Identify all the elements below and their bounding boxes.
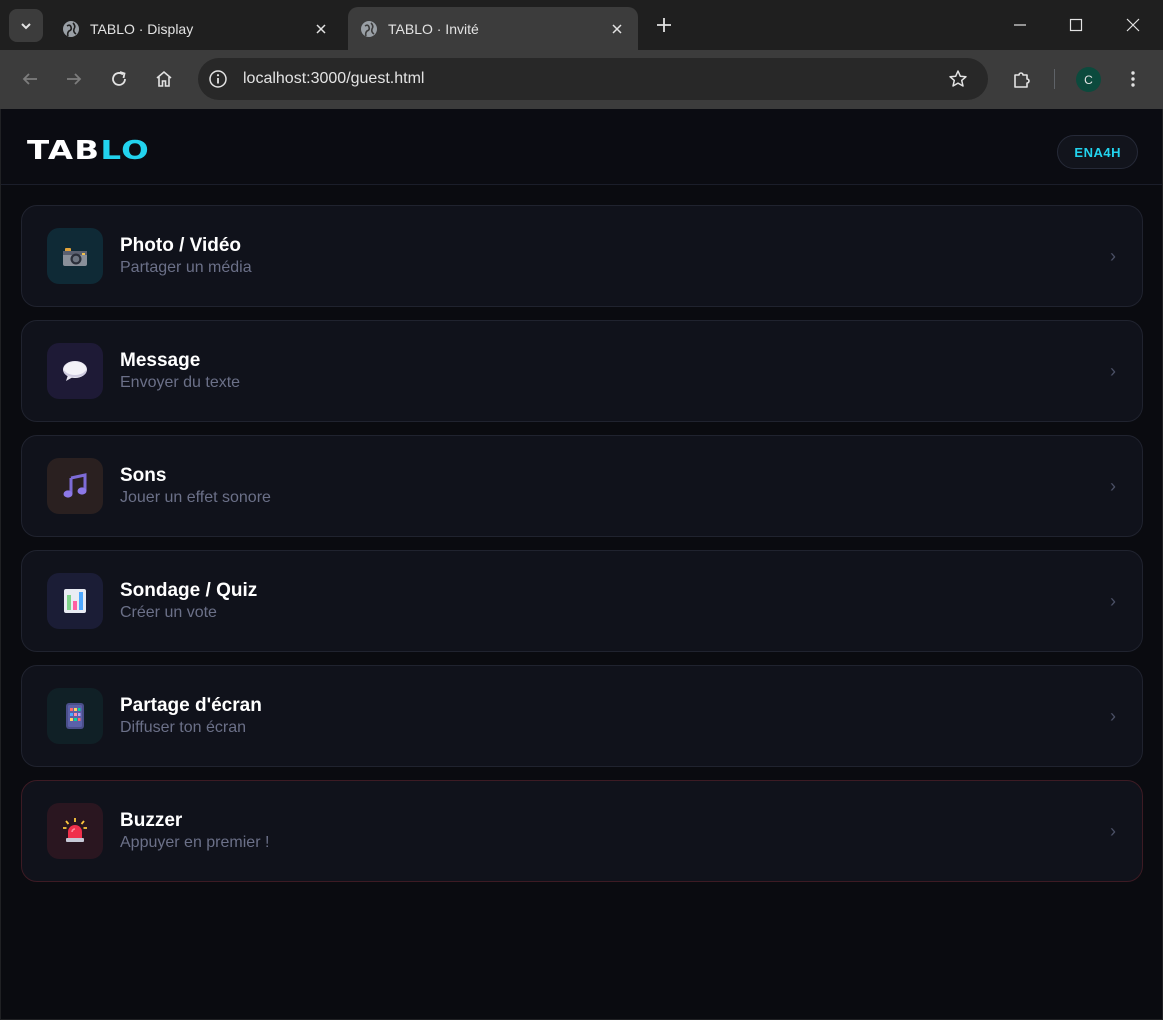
- tab-display[interactable]: TABLO · Display: [50, 7, 342, 50]
- close-icon: [1126, 18, 1140, 32]
- browser-toolbar: localhost:3000/guest.html C: [0, 50, 1163, 109]
- extensions-button[interactable]: [1008, 65, 1036, 93]
- chevron-right-icon: ›: [1110, 706, 1116, 726]
- icon-tile: [47, 803, 103, 859]
- action-title: Photo / Vidéo: [120, 235, 242, 256]
- chevron-right-icon: ›: [1110, 361, 1116, 381]
- action-title: Sondage / Quiz: [120, 580, 258, 601]
- tab-strip: TABLO · Display TABLO · Invité: [0, 0, 1163, 50]
- kebab-menu-icon: [1131, 71, 1135, 87]
- home-icon: [156, 70, 172, 87]
- action-photo-video[interactable]: Photo / Vidéo Partager un média ›: [21, 205, 1143, 307]
- phone-screen-icon: [66, 703, 84, 729]
- action-poll-quiz[interactable]: Sondage / Quiz Créer un vote ›: [21, 550, 1143, 652]
- action-message[interactable]: Message Envoyer du texte ›: [21, 320, 1143, 422]
- reload-button[interactable]: [105, 65, 133, 93]
- icon-tile: [47, 458, 103, 514]
- action-screen-share[interactable]: Partage d'écran Diffuser ton écran ›: [21, 665, 1143, 767]
- url-text[interactable]: localhost:3000/guest.html: [243, 70, 947, 88]
- icon-tile: [47, 688, 103, 744]
- action-subtitle: Diffuser ton écran: [120, 719, 246, 736]
- new-tab-button[interactable]: [652, 13, 676, 37]
- tab-title: TABLO · Display: [90, 20, 194, 37]
- tablo-logo: TABLO: [27, 136, 150, 166]
- speech-bubble-icon: [63, 361, 87, 381]
- reload-icon: [112, 71, 126, 86]
- home-button[interactable]: [150, 65, 178, 93]
- camera-icon: [63, 248, 87, 266]
- globe-icon: [63, 20, 79, 37]
- tab-title: TABLO · Invité: [388, 20, 479, 37]
- chevron-down-icon: [21, 22, 31, 29]
- close-icon[interactable]: [608, 20, 626, 38]
- action-subtitle: Envoyer du texte: [120, 374, 241, 391]
- address-bar[interactable]: localhost:3000/guest.html: [198, 58, 988, 100]
- action-title: Message: [120, 350, 201, 371]
- bar-chart-icon: [64, 589, 86, 613]
- tab-guest[interactable]: TABLO · Invité: [348, 7, 638, 50]
- browser-menu-button[interactable]: [1119, 65, 1147, 93]
- chevron-right-icon: ›: [1110, 821, 1116, 841]
- arrow-right-icon: [67, 73, 82, 85]
- action-title: Sons: [120, 465, 167, 486]
- action-title: Partage d'écran: [120, 695, 262, 716]
- tab-search-button[interactable]: [9, 9, 43, 42]
- page: TABLO ENA4H Photo / Vidéo Partager un mé…: [1, 109, 1162, 1019]
- action-list: Photo / Vidéo Partager un média › Messag…: [21, 205, 1143, 895]
- logo-part-2: LO: [100, 136, 151, 166]
- room-code-badge[interactable]: ENA4H: [1057, 135, 1138, 169]
- toolbar-divider: [1054, 69, 1055, 89]
- chevron-right-icon: ›: [1110, 476, 1116, 496]
- globe-icon: [361, 20, 377, 37]
- action-title: Buzzer: [120, 810, 183, 831]
- profile-avatar[interactable]: C: [1076, 67, 1101, 92]
- icon-tile: [47, 228, 103, 284]
- maximize-icon: [1069, 18, 1083, 32]
- puzzle-icon: [1014, 72, 1030, 88]
- close-icon[interactable]: [312, 20, 330, 38]
- maximize-button[interactable]: [1061, 10, 1091, 40]
- action-subtitle: Créer un vote: [120, 604, 217, 621]
- back-button[interactable]: [16, 65, 44, 93]
- action-buzzer[interactable]: Buzzer Appuyer en premier ! ›: [21, 780, 1143, 882]
- logo-part-1: TAB: [27, 136, 101, 166]
- forward-button[interactable]: [60, 65, 88, 93]
- music-note-icon: [63, 473, 87, 498]
- icon-tile: [47, 343, 103, 399]
- app-header: TABLO ENA4H: [1, 109, 1162, 185]
- action-sounds[interactable]: Sons Jouer un effet sonore ›: [21, 435, 1143, 537]
- arrow-left-icon: [22, 73, 37, 85]
- site-info-icon[interactable]: [207, 68, 229, 90]
- action-subtitle: Jouer un effet sonore: [120, 489, 271, 506]
- action-subtitle: Appuyer en premier !: [120, 834, 270, 851]
- chevron-right-icon: ›: [1110, 591, 1116, 611]
- minimize-button[interactable]: [1005, 10, 1035, 40]
- plus-icon: [657, 18, 671, 32]
- bookmark-star-icon[interactable]: [947, 68, 969, 90]
- action-subtitle: Partager un média: [120, 259, 252, 276]
- chevron-right-icon: ›: [1110, 246, 1116, 266]
- icon-tile: [47, 573, 103, 629]
- close-window-button[interactable]: [1118, 10, 1148, 40]
- minimize-icon: [1014, 24, 1026, 26]
- siren-icon: [63, 818, 87, 842]
